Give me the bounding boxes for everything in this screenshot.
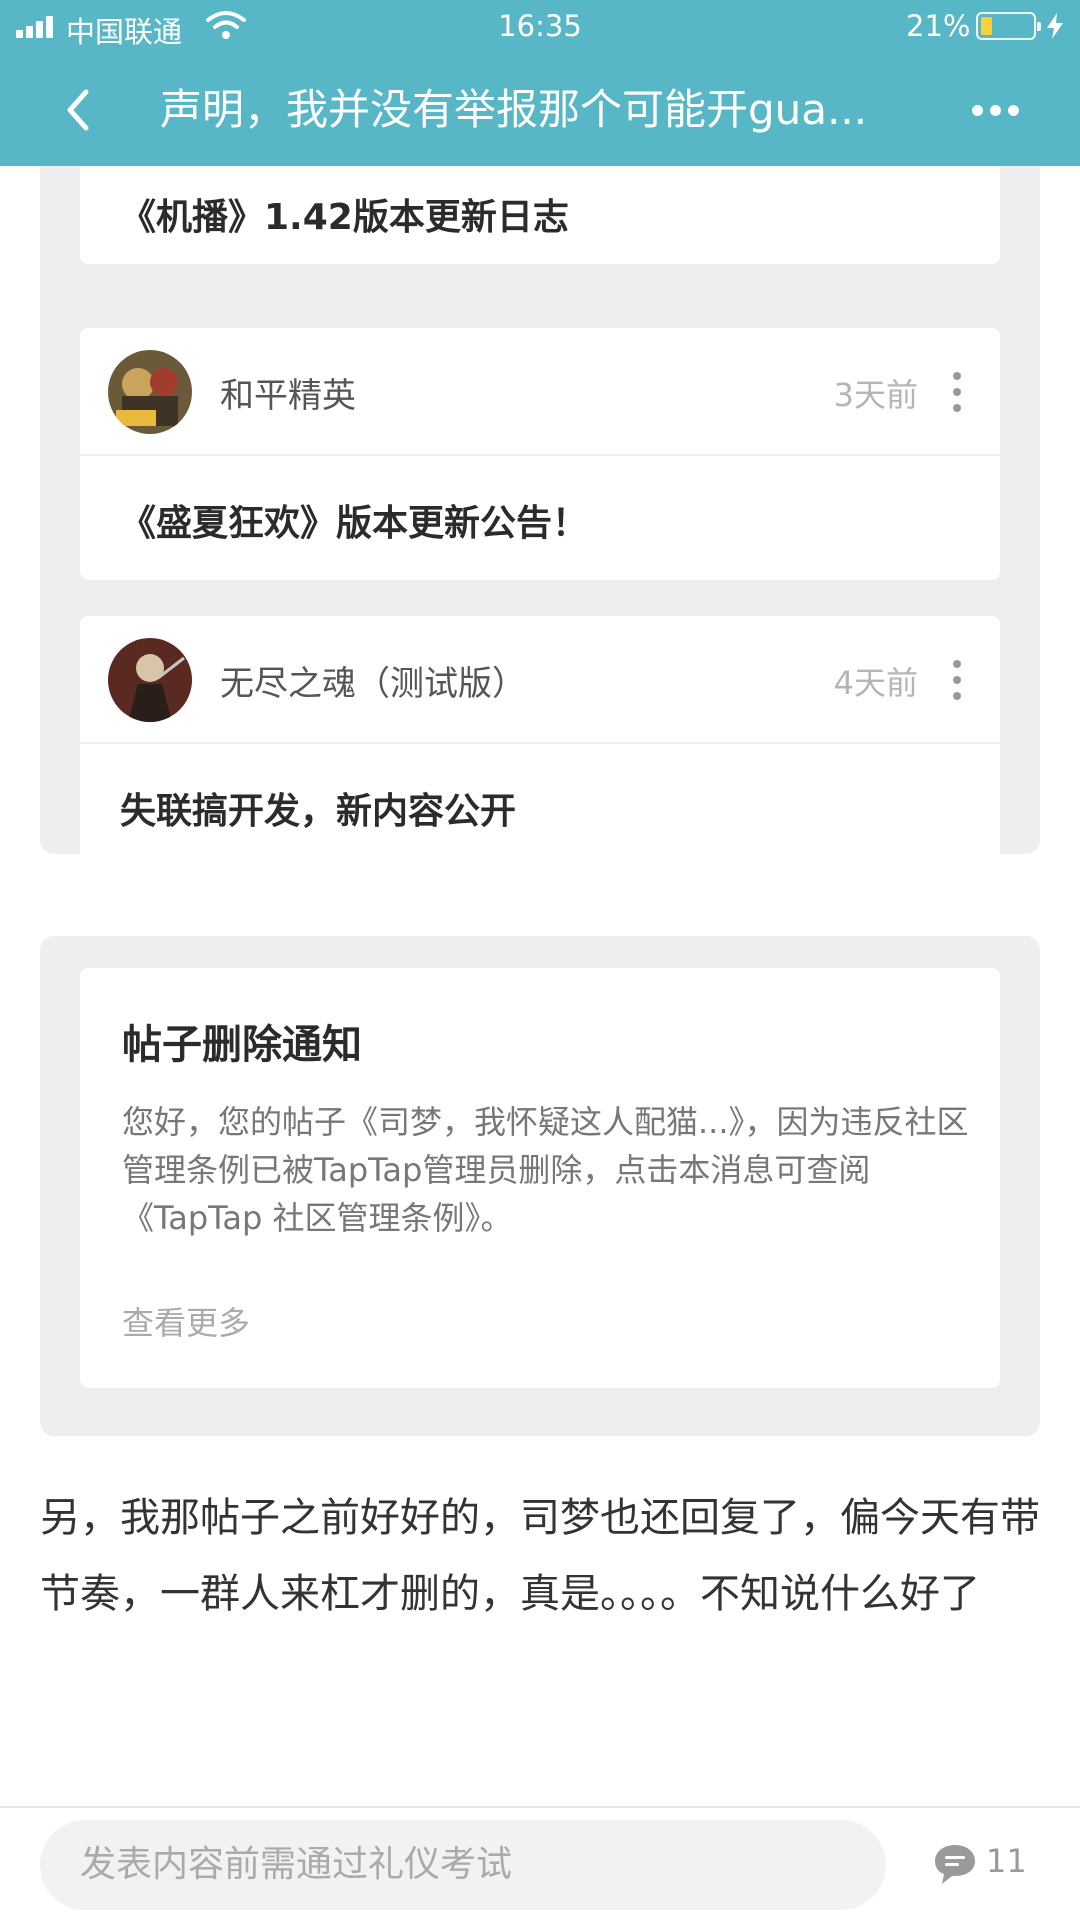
notice-body: 您好，您的帖子《司梦，我怀疑这人配猫...》，因为违反社区管理条例已被TapTa…	[122, 1103, 969, 1237]
feed-card-header: 无尽之魂（测试版） 4天前	[80, 616, 1000, 744]
game-avatar[interactable]	[108, 350, 192, 434]
back-arrow-icon[interactable]	[50, 80, 110, 140]
game-name[interactable]: 和平精英	[220, 368, 356, 417]
battery-icon	[976, 12, 1041, 40]
game-feed-panel: 《机播》1.42版本更新日志 和平精英 3天前 《盛夏狂欢》版本更新公告！ 无尽…	[40, 166, 1040, 854]
feed-card-title: 《盛夏狂欢》版本更新公告！	[120, 503, 589, 544]
feed-card-header: 和平精英 3天前	[80, 328, 1000, 456]
comment-bubble-icon[interactable]	[932, 1842, 978, 1886]
charging-bolt-icon	[1047, 13, 1063, 39]
feed-card[interactable]: 《机播》1.42版本更新日志	[80, 166, 1000, 264]
post-time: 3天前	[833, 376, 918, 414]
more-options-icon[interactable]	[960, 80, 1030, 140]
feed-card[interactable]: 和平精英 3天前 《盛夏狂欢》版本更新公告！	[80, 328, 1000, 580]
view-more-link[interactable]: 查看更多	[122, 1298, 250, 1344]
status-bar: 中国联通 16:35 21%	[0, 0, 1080, 52]
kebab-menu-icon[interactable]	[950, 370, 964, 414]
feed-card-title: 《机播》1.42版本更新日志	[120, 197, 569, 238]
feed-card[interactable]: 无尽之魂（测试版） 4天前 失联搞开发，新内容公开	[80, 616, 1000, 854]
comment-input[interactable]: 发表内容前需通过礼仪考试	[40, 1820, 886, 1910]
post-time: 4天前	[833, 664, 918, 702]
comment-count[interactable]: 11	[986, 1842, 1027, 1880]
bottom-bar: 发表内容前需通过礼仪考试 11	[0, 1806, 1080, 1920]
page-title: 声明，我并没有举报那个可能开gua...	[160, 85, 868, 134]
game-name[interactable]: 无尽之魂（测试版）	[220, 656, 526, 705]
post-body-text: 另，我那帖子之前好好的，司梦也还回复了，偏今天有带节奏，一群人来杠才删的，真是。…	[40, 1495, 1040, 1617]
delete-notice-card[interactable]: 帖子删除通知 您好，您的帖子《司梦，我怀疑这人配猫...》，因为违反社区管理条例…	[80, 968, 1000, 1388]
app-screen: 中国联通 16:35 21% 声明，我并没有举报那个可能开gua... 《机播》…	[0, 0, 1080, 1920]
kebab-menu-icon[interactable]	[950, 658, 964, 702]
notice-title: 帖子删除通知	[122, 1022, 362, 1068]
notice-panel: 帖子删除通知 您好，您的帖子《司梦，我怀疑这人配猫...》，因为违反社区管理条例…	[40, 936, 1040, 1436]
battery-percent: 21%	[906, 9, 971, 43]
nav-header: 声明，我并没有举报那个可能开gua...	[0, 52, 1080, 166]
feed-card-title: 失联搞开发，新内容公开	[120, 791, 517, 832]
game-avatar[interactable]	[108, 638, 192, 722]
top-bar: 中国联通 16:35 21% 声明，我并没有举报那个可能开gua...	[0, 0, 1080, 166]
